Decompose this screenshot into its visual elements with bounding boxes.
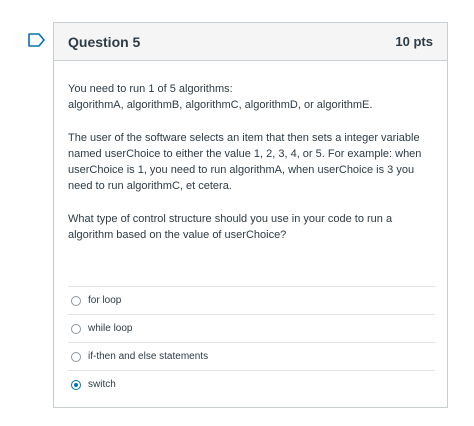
- question-body: You need to run 1 of 5 algorithms: algor…: [54, 61, 447, 243]
- answer-label: for loop: [88, 295, 122, 306]
- answer-label: while loop: [88, 323, 133, 334]
- answer-label: if-then and else statements: [88, 351, 209, 362]
- question-text-prompt: What type of control structure should yo…: [68, 213, 393, 241]
- question-title: Question 5: [68, 33, 141, 50]
- radio-button-selected[interactable]: [71, 379, 81, 390]
- flag-question-icon[interactable]: [28, 33, 46, 47]
- answer-option-for-loop[interactable]: for loop: [68, 286, 435, 314]
- question-card: Question 5 10 pts You need to run 1 of 5…: [53, 22, 448, 408]
- quiz-page: Question 5 10 pts You need to run 1 of 5…: [0, 0, 474, 426]
- radio-button[interactable]: [71, 351, 81, 362]
- radio-button[interactable]: [71, 295, 81, 306]
- radio-button[interactable]: [71, 323, 81, 334]
- answer-option-while-loop[interactable]: while loop: [68, 314, 435, 342]
- answer-list: for loop while loop if-then and else sta…: [68, 286, 435, 398]
- answer-option-switch[interactable]: switch: [68, 370, 435, 398]
- answer-option-if-then-else[interactable]: if-then and else statements: [68, 342, 435, 370]
- question-text-intro: You need to run 1 of 5 algorithms: algor…: [68, 83, 373, 111]
- answer-label: switch: [88, 379, 116, 390]
- question-header: Question 5 10 pts: [54, 23, 447, 61]
- question-text-details: The user of the software selects an item…: [68, 132, 422, 192]
- question-points: 10 pts: [395, 34, 433, 49]
